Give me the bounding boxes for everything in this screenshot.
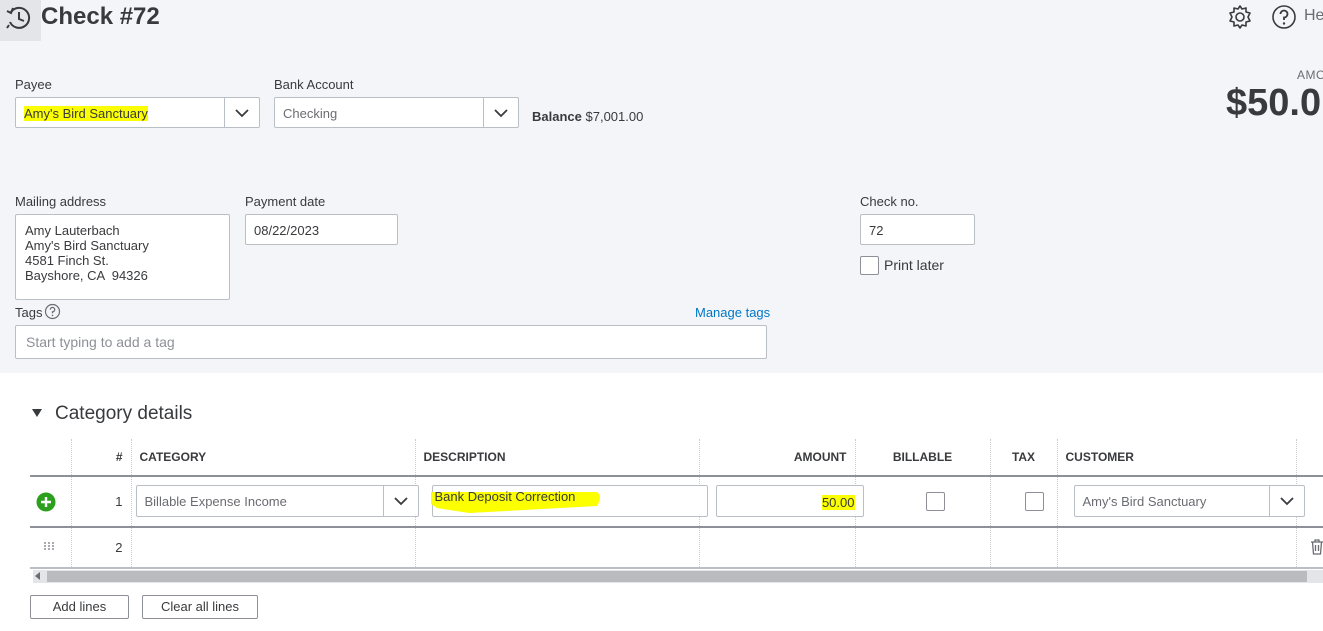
tags-input[interactable]: Start typing to add a tag bbox=[15, 325, 767, 359]
chevron-down-icon bbox=[1279, 497, 1294, 506]
check-no-value: 72 bbox=[869, 223, 884, 238]
category-select[interactable]: Billable Expense Income bbox=[135, 485, 419, 517]
row-number: 1 bbox=[71, 476, 132, 528]
drag-handle-cell bbox=[30, 527, 72, 569]
amount-label: AMO bbox=[1297, 68, 1323, 82]
add-circle-icon[interactable] bbox=[36, 492, 56, 512]
tags-placeholder: Start typing to add a tag bbox=[26, 334, 175, 350]
actions-cell bbox=[1296, 476, 1323, 528]
payment-date-value: 08/22/2023 bbox=[254, 223, 320, 238]
check-no-input[interactable]: 72 bbox=[860, 214, 975, 245]
column-header-amount: AMOUNT bbox=[699, 439, 856, 477]
manage-tags-link[interactable]: Manage tags bbox=[695, 305, 770, 320]
address-line: Bayshore, CA 94326 bbox=[25, 268, 148, 283]
column-header-actions bbox=[1296, 439, 1323, 477]
mailing-address-field[interactable]: Amy Lauterbach Amy's Bird Sanctuary 4581… bbox=[15, 214, 230, 300]
mailing-address-label: Mailing address bbox=[15, 194, 107, 209]
column-header-handle bbox=[30, 439, 72, 477]
bank-account-select[interactable]: Checking bbox=[274, 97, 519, 128]
customer-cell: Amy's Bird Sanctuary bbox=[1057, 476, 1305, 528]
category-value: Billable Expense Income bbox=[144, 494, 287, 509]
column-header-number: # bbox=[71, 439, 132, 477]
add-row-cell bbox=[30, 476, 72, 528]
column-header-description: DESCRIPTION bbox=[415, 439, 700, 477]
customer-value: Amy's Bird Sanctuary bbox=[1082, 494, 1207, 509]
amount-value: 50.00 bbox=[821, 495, 855, 510]
check-no-label: Check no. bbox=[860, 194, 919, 209]
bank-account-value: Checking bbox=[283, 106, 338, 121]
category-details-title[interactable]: Category details bbox=[55, 403, 192, 425]
description-input[interactable]: Bank Deposit Correction bbox=[430, 485, 708, 517]
row-number: 2 bbox=[71, 527, 132, 569]
payment-date-input[interactable]: 08/22/2023 bbox=[245, 214, 398, 245]
balance-label: Balance bbox=[532, 109, 582, 124]
tax-checkbox[interactable] bbox=[1024, 492, 1044, 511]
history-icon bbox=[6, 6, 31, 29]
add-lines-button[interactable]: Add lines bbox=[30, 595, 129, 619]
category-table: # CATEGORY DESCRIPTION AMOUNT BILLABLE T… bbox=[30, 439, 1323, 569]
billable-cell bbox=[855, 476, 991, 528]
category-dropdown-button[interactable] bbox=[382, 486, 418, 516]
address-line: Amy Lauterbach bbox=[25, 223, 120, 238]
bank-account-label: Bank Account bbox=[274, 77, 354, 92]
print-later-label: Print later bbox=[884, 257, 944, 273]
balance-value: $7,001.00 bbox=[585, 109, 644, 124]
description-cell: Bank Deposit Correction bbox=[415, 476, 708, 528]
gear-icon[interactable] bbox=[1227, 4, 1253, 30]
payee-select[interactable]: Amy's Bird Sanctuary bbox=[15, 97, 260, 128]
billable-cell[interactable] bbox=[855, 527, 991, 569]
amount-input[interactable]: 50.00 bbox=[715, 485, 864, 517]
column-header-category: CATEGORY bbox=[131, 439, 416, 477]
description-cell[interactable] bbox=[415, 527, 700, 569]
amount-total: $50.0 bbox=[1226, 82, 1322, 124]
clear-all-lines-button[interactable]: Clear all lines bbox=[142, 595, 258, 619]
billable-checkbox[interactable] bbox=[925, 492, 945, 511]
column-header-customer: CUSTOMER bbox=[1057, 439, 1297, 477]
help-label[interactable]: He bbox=[1304, 7, 1323, 25]
payee-value: Amy's Bird Sanctuary bbox=[24, 106, 148, 121]
description-value: Bank Deposit Correction bbox=[434, 489, 576, 504]
address-line: Amy's Bird Sanctuary bbox=[25, 238, 149, 253]
scroll-left-arrow-icon[interactable] bbox=[35, 572, 40, 580]
balance: Balance $7,001.00 bbox=[532, 109, 643, 124]
actions-cell bbox=[1296, 527, 1323, 569]
chevron-down-icon bbox=[393, 497, 408, 506]
trash-icon[interactable] bbox=[1310, 539, 1323, 555]
category-cell: Billable Expense Income bbox=[131, 476, 419, 528]
column-header-billable: BILLABLE bbox=[855, 439, 991, 477]
drag-handle-icon[interactable] bbox=[43, 541, 55, 551]
chevron-down-icon bbox=[494, 109, 508, 118]
address-line: 4581 Finch St. bbox=[25, 253, 109, 268]
bank-account-dropdown-button[interactable] bbox=[483, 98, 518, 127]
page-title: Check #72 bbox=[41, 3, 160, 30]
payment-date-label: Payment date bbox=[245, 194, 326, 209]
payee-dropdown-button[interactable] bbox=[224, 98, 259, 127]
amount-cell: 50.00 bbox=[699, 476, 864, 528]
payee-label: Payee bbox=[15, 77, 52, 92]
column-header-tax: TAX bbox=[990, 439, 1058, 477]
header-panel bbox=[0, 0, 1323, 373]
collapse-caret-icon[interactable] bbox=[31, 407, 43, 419]
help-icon[interactable] bbox=[1271, 4, 1297, 30]
amount-cell[interactable] bbox=[699, 527, 856, 569]
customer-cell[interactable] bbox=[1057, 527, 1297, 569]
chevron-down-icon bbox=[235, 109, 249, 118]
tax-cell[interactable] bbox=[990, 527, 1058, 569]
print-later-checkbox[interactable] bbox=[860, 256, 879, 275]
table-row: 1 Billable Expense Income Bank Deposit C… bbox=[30, 476, 1323, 528]
scrollbar-thumb[interactable] bbox=[47, 571, 1307, 582]
help-icon[interactable] bbox=[44, 303, 61, 320]
recent-transactions-button[interactable] bbox=[0, 0, 41, 41]
category-cell[interactable] bbox=[131, 527, 416, 569]
tags-label: Tags bbox=[15, 305, 43, 320]
tax-cell bbox=[990, 476, 1058, 528]
customer-select[interactable]: Amy's Bird Sanctuary bbox=[1073, 485, 1305, 517]
table-row: 2 bbox=[30, 527, 1323, 569]
